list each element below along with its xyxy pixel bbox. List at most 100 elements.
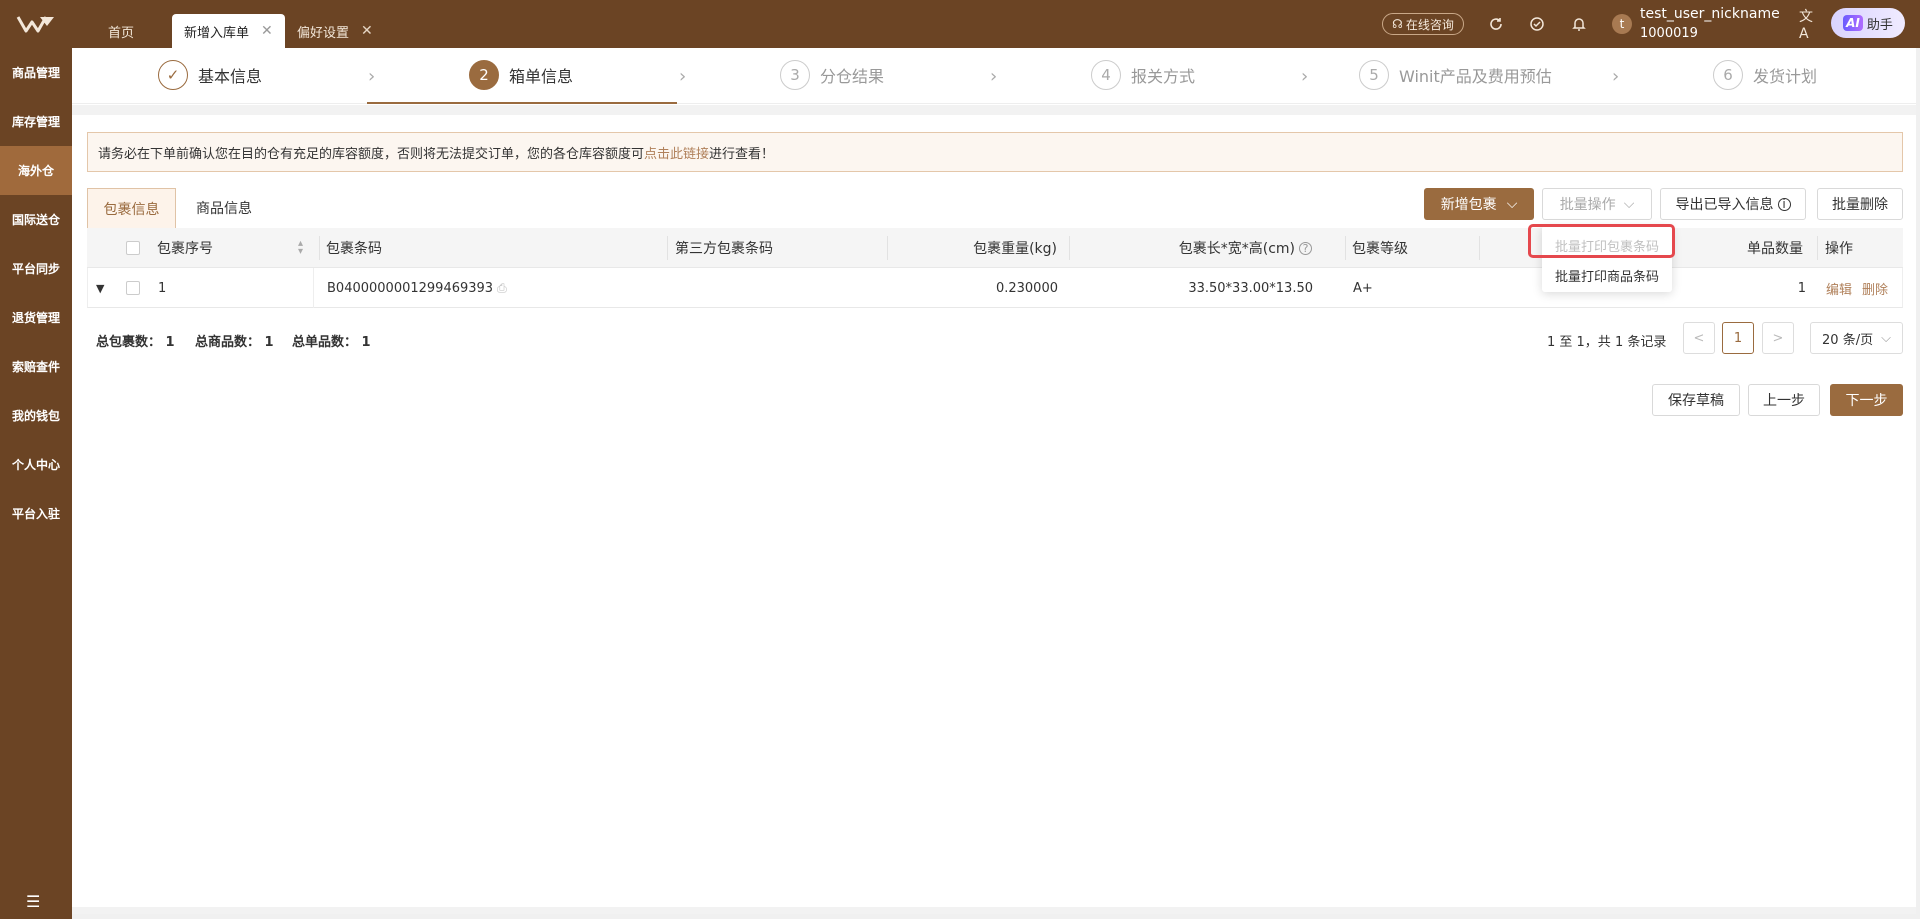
highlight-box <box>1528 224 1675 258</box>
step-winit-product[interactable]: 5 Winit产品及费用预估 <box>1359 60 1552 90</box>
translate-icon[interactable]: 文A <box>1799 9 1819 42</box>
column-divider <box>313 268 314 308</box>
print-icon[interactable]: ⎙ <box>497 281 507 296</box>
capacity-alert: 请务必在下单前确认您在目的仓有充足的库容额度，否则将无法提交订单，您的各仓库容额… <box>87 132 1903 172</box>
alert-text: 请务必在下单前确认您在目的仓有充足的库容额度，否则将无法提交订单，您的各仓库容额… <box>98 146 645 162</box>
tab-preferences[interactable]: 偏好设置 ✕ <box>297 14 373 48</box>
check-icon: ✓ <box>158 60 188 90</box>
step-label: 分仓结果 <box>820 67 885 86</box>
column-divider <box>1817 236 1818 260</box>
expand-row-icon[interactable]: ▼ <box>96 268 104 308</box>
sidebar-item-product[interactable]: 商品管理 <box>0 48 72 97</box>
ai-assistant-button[interactable]: AI 助手 <box>1831 8 1905 38</box>
cell-weight: 0.230000 <box>995 280 1058 296</box>
export-imported-button[interactable]: 导出已导入信息 i <box>1660 188 1806 220</box>
step-number: 5 <box>1359 60 1389 90</box>
sidebar-item-returns[interactable]: 退货管理 <box>0 293 72 342</box>
close-icon[interactable]: ✕ <box>261 23 273 39</box>
chevron-right-icon: › <box>679 66 687 87</box>
chevron-right-icon: › <box>990 66 998 87</box>
bell-icon[interactable] <box>1569 14 1589 34</box>
add-package-button[interactable]: 新增包裹 ⌵ <box>1424 188 1534 220</box>
tab-home-label: 首页 <box>108 25 135 41</box>
delete-link[interactable]: 删除 <box>1862 279 1888 298</box>
cell-barcode: B0400000001299469393 ⎙ <box>327 268 507 308</box>
batch-ops-label: 批量操作 <box>1559 197 1616 213</box>
pager-prev-button[interactable]: < <box>1683 322 1715 354</box>
select-all-checkbox[interactable] <box>126 241 140 255</box>
column-divider <box>1345 236 1346 260</box>
header-weight: 包裹重量(kg) <box>973 241 1057 257</box>
info-icon: i <box>1777 197 1791 211</box>
sidebar: 商品管理 库存管理 海外仓 国际送仓 平台同步 退货管理 索赔查件 我的钱包 个… <box>0 48 72 919</box>
online-consult-button[interactable]: ☊ 在线咨询 <box>1382 13 1464 35</box>
close-icon[interactable]: ✕ <box>361 23 373 39</box>
chevron-down-icon: ⌵ <box>1881 330 1891 346</box>
tab-package-info[interactable]: 包裹信息 <box>87 188 176 228</box>
ai-badge: AI <box>1843 15 1863 31</box>
step-label: 发货计划 <box>1753 67 1818 86</box>
step-customs[interactable]: 4 报关方式 <box>1091 60 1195 90</box>
sidebar-item-overseas-warehouse[interactable]: 海外仓 <box>0 146 72 195</box>
step-packing-list[interactable]: 2 箱单信息 <box>469 60 573 90</box>
divider <box>72 105 1916 115</box>
sidebar-item-platform-onboard[interactable]: 平台入驻 <box>0 489 72 538</box>
prev-step-button[interactable]: 上一步 <box>1748 384 1820 416</box>
tab-product-info[interactable]: 商品信息 <box>180 188 268 228</box>
add-package-label: 新增包裹 <box>1440 197 1497 213</box>
cell-dims: 33.50*33.00*13.50 <box>1188 280 1313 296</box>
export-label: 导出已导入信息 <box>1675 197 1774 213</box>
sidebar-item-wallet[interactable]: 我的钱包 <box>0 391 72 440</box>
total-items: 总单品数： 1 <box>292 335 371 350</box>
sort-icon[interactable]: ▴ ▾ <box>298 228 303 268</box>
cell-qty: 1 <box>1797 280 1806 296</box>
sidebar-item-platform-sync[interactable]: 平台同步 <box>0 244 72 293</box>
header-dims-label: 包裹长*宽*高(cm) <box>1178 241 1295 257</box>
collapse-menu-icon[interactable]: ☰ <box>26 892 40 911</box>
batch-print-product-barcode[interactable]: 批量打印商品条码 <box>1542 260 1672 290</box>
chevron-right-icon: › <box>1301 66 1309 87</box>
avatar[interactable]: t <box>1612 14 1632 34</box>
page-size-select[interactable]: 20 条/页 ⌵ <box>1810 322 1903 354</box>
sidebar-item-profile[interactable]: 个人中心 <box>0 440 72 489</box>
sidebar-item-inventory[interactable]: 库存管理 <box>0 97 72 146</box>
header-dims: 包裹长*宽*高(cm) ? <box>1069 228 1312 268</box>
header-seq: 包裹序号 <box>157 241 213 257</box>
user-name[interactable]: test_user_nickname <box>1640 5 1780 23</box>
barcode-value: B0400000001299469393 <box>327 280 494 296</box>
winit-logo[interactable] <box>0 0 72 48</box>
tab-new-inbound[interactable]: 新增入库单 ✕ <box>172 14 285 48</box>
header-checkbox[interactable] <box>126 228 140 268</box>
logo-mark-icon <box>16 16 54 33</box>
feedback-icon[interactable] <box>1527 14 1547 34</box>
edit-link[interactable]: 编辑 <box>1826 279 1852 298</box>
header-qty: 单品数量 <box>1747 241 1803 257</box>
step-shipping-plan[interactable]: 6 发货计划 <box>1713 60 1817 90</box>
refresh-icon[interactable] <box>1486 14 1506 34</box>
chevron-right-icon: › <box>368 66 376 87</box>
page-size-value: 20 条/页 <box>1822 332 1874 348</box>
step-number: 2 <box>469 60 499 90</box>
row-checkbox-cell[interactable] <box>126 268 140 308</box>
top-bar: 首页 新增入库单 ✕ 偏好设置 ✕ ☊ 在线咨询 t test_user_nic… <box>0 0 1920 48</box>
step-basic-info[interactable]: ✓ 基本信息 <box>158 60 262 90</box>
step-number: 3 <box>780 60 810 90</box>
batch-delete-button[interactable]: 批量删除 <box>1817 188 1903 220</box>
step-warehouse-split[interactable]: 3 分仓结果 <box>780 60 884 90</box>
save-draft-button[interactable]: 保存草稿 <box>1652 384 1740 416</box>
sidebar-item-international[interactable]: 国际送仓 <box>0 195 72 244</box>
pager-summary: 1 至 1，共 1 条记录 <box>1547 335 1667 350</box>
help-icon[interactable]: ? <box>1299 241 1312 255</box>
headset-icon: ☊ <box>1392 17 1403 31</box>
next-step-button[interactable]: 下一步 <box>1830 384 1903 416</box>
batch-ops-button[interactable]: 批量操作 ⌵ <box>1542 188 1652 220</box>
pager-current-page[interactable]: 1 <box>1722 322 1754 354</box>
current-step-indicator <box>367 102 677 104</box>
row-checkbox[interactable] <box>126 281 140 295</box>
step-label: 基本信息 <box>198 67 263 86</box>
tab-home[interactable]: 首页 <box>108 14 134 48</box>
sidebar-item-claims[interactable]: 索赔查件 <box>0 342 72 391</box>
pager-next-button[interactable]: > <box>1762 322 1794 354</box>
capacity-link[interactable]: 点击此链接 <box>644 143 709 162</box>
header-grade: 包裹等级 <box>1352 241 1408 257</box>
